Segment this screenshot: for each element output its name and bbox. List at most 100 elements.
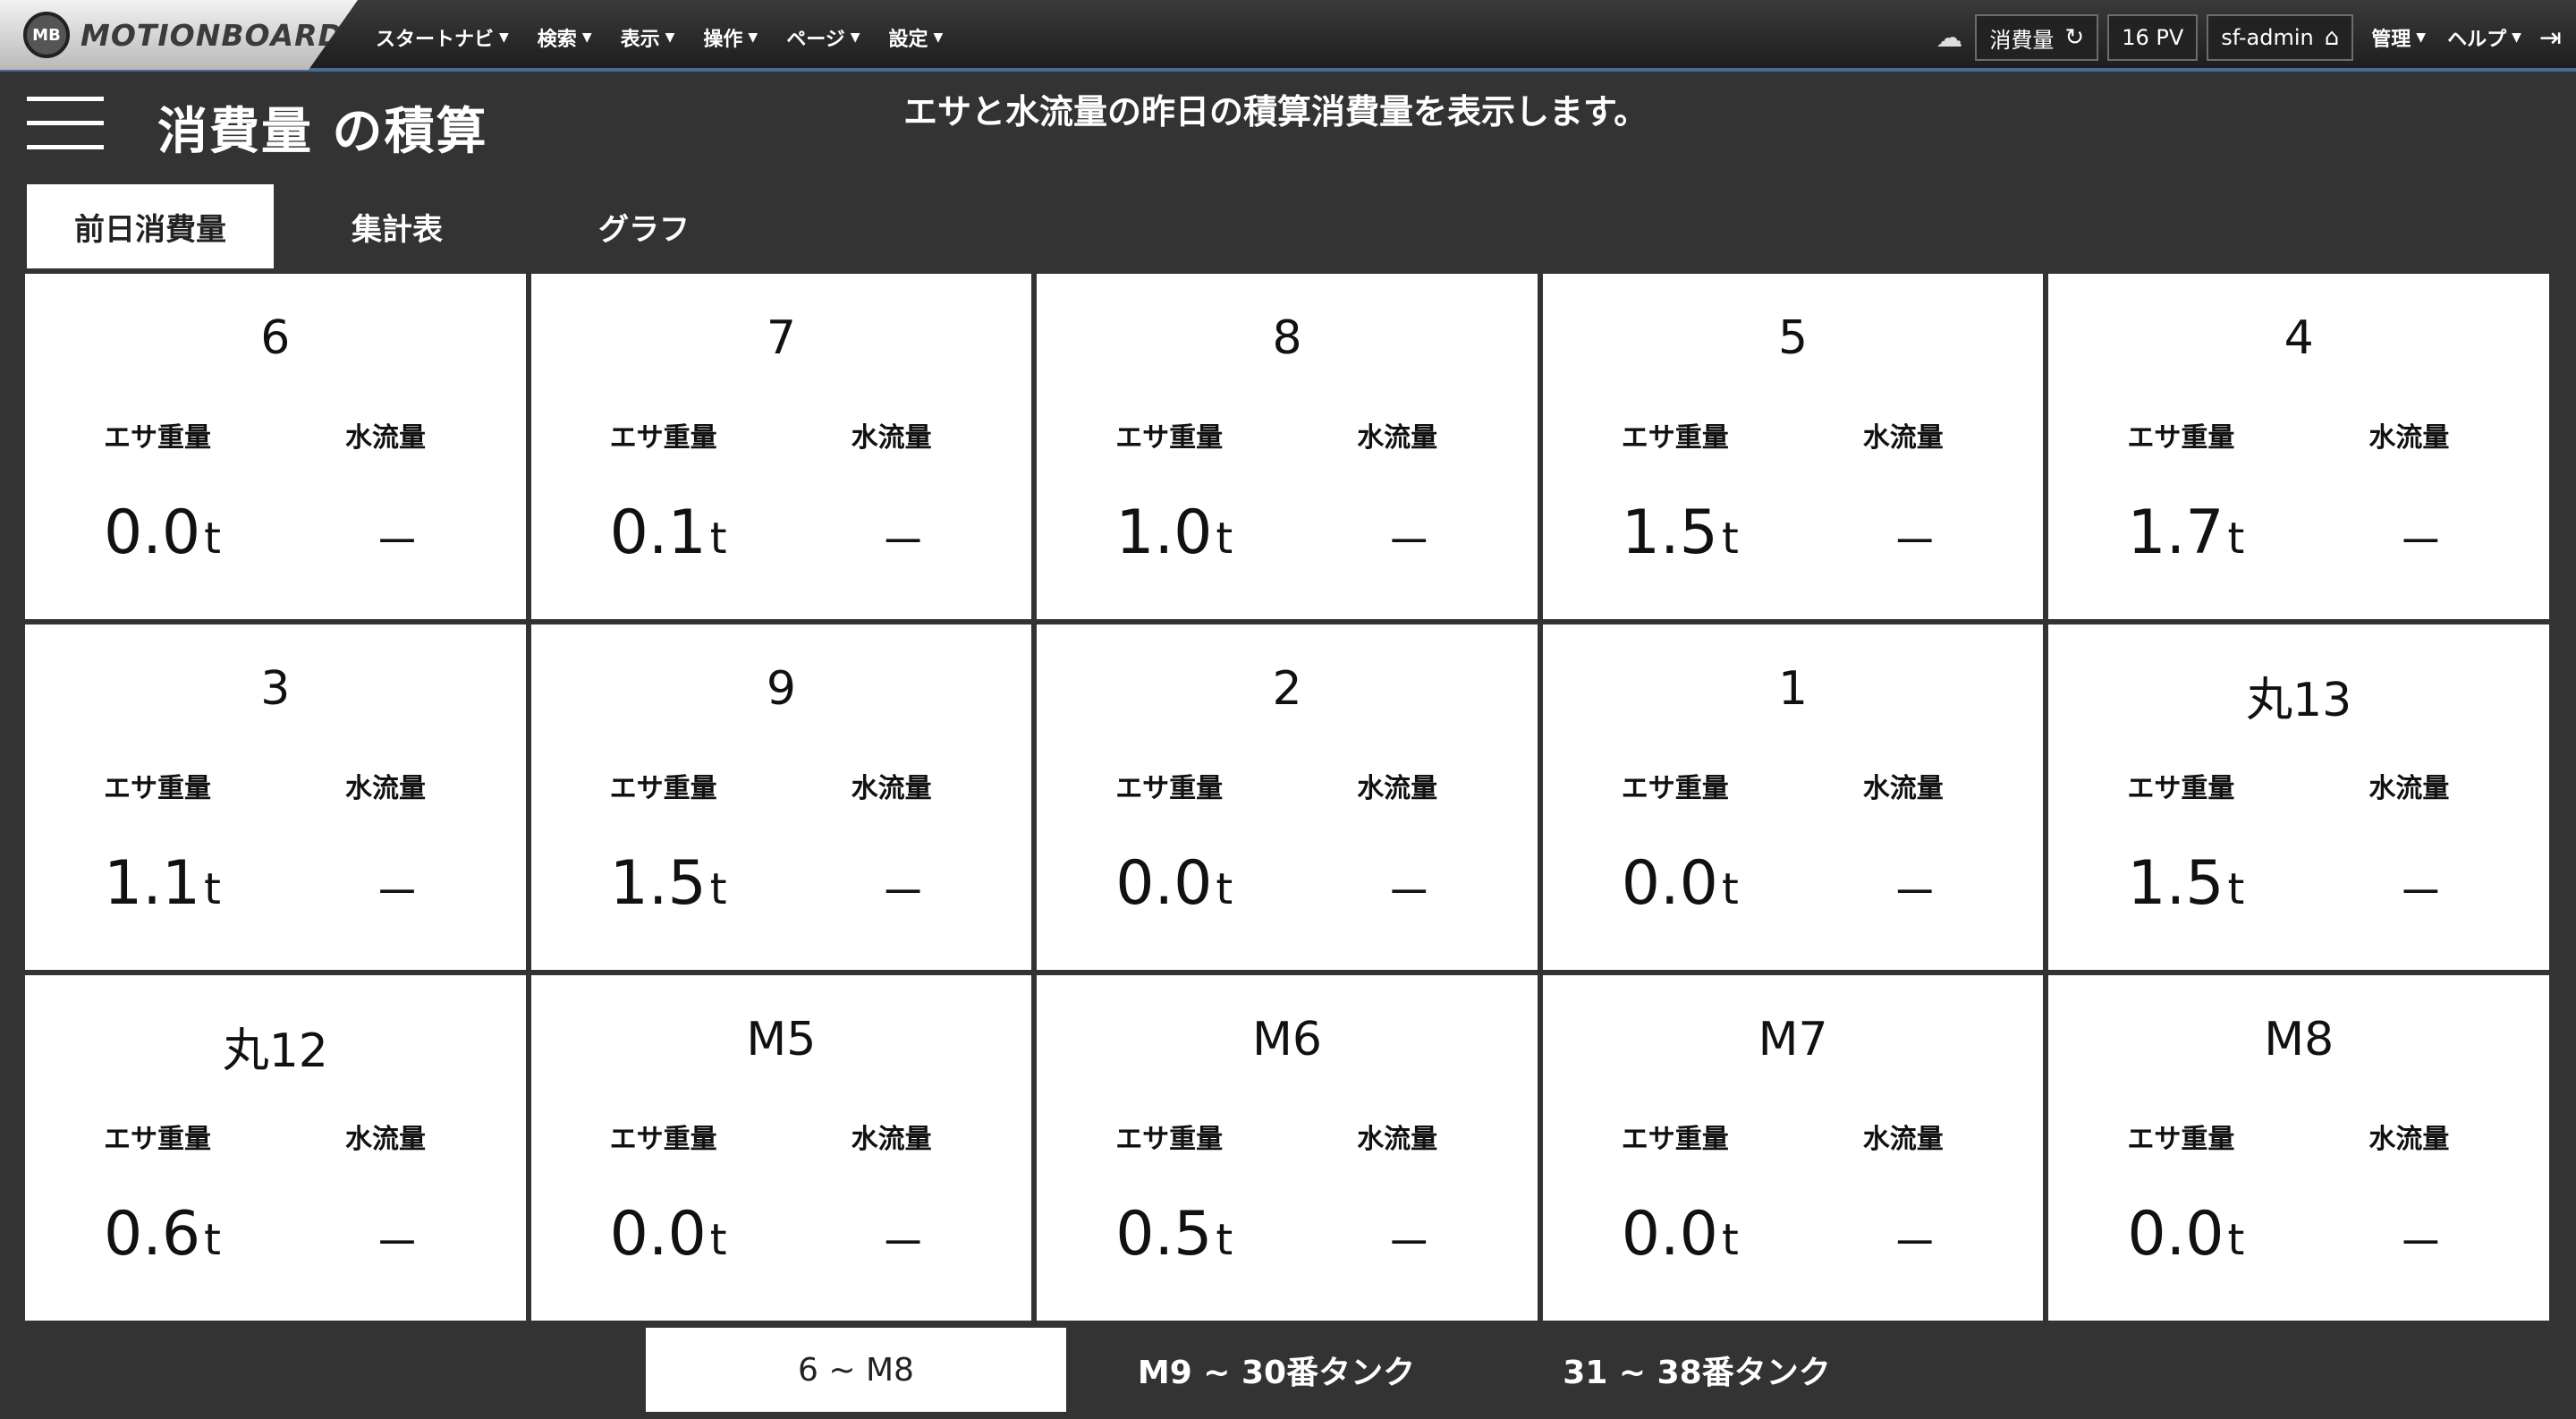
tab-range-m9-30[interactable]: M9 ~ 30番タンク xyxy=(1066,1328,1487,1412)
tank-card: 丸13 エサ重量 水流量 1.5t － xyxy=(2048,625,2549,970)
water-flow-value: － xyxy=(2397,867,2445,921)
menu-search[interactable]: 検索 ▼ xyxy=(538,23,592,52)
tank-grid: 6 エサ重量 水流量 0.0t － 7 エサ重量 水流量 0.1t － 8 エサ… xyxy=(25,274,2549,1321)
chat-icon[interactable]: ☁ xyxy=(1936,22,1962,54)
feed-weight-label: エサ重量 xyxy=(609,1124,717,1155)
water-flow-value: － xyxy=(1385,867,1433,921)
board-name-box[interactable]: 消費量 ↻ xyxy=(1975,14,2099,61)
water-flow-label: 水流量 xyxy=(1357,422,1438,454)
menu-operation[interactable]: 操作 ▼ xyxy=(703,23,758,52)
tank-card: M8 エサ重量 水流量 0.0t － xyxy=(2048,975,2549,1321)
feed-weight-value: 0.0t xyxy=(2127,1199,2245,1270)
tank-name: 4 xyxy=(2284,311,2314,365)
water-flow-label: 水流量 xyxy=(851,422,932,454)
logo-text: MOTIONBOARD xyxy=(80,17,343,53)
water-flow-value: － xyxy=(879,867,927,921)
water-flow-label: 水流量 xyxy=(1862,773,1944,804)
tank-card: 2 エサ重量 水流量 0.0t － xyxy=(1037,625,1538,970)
caret-down-icon: ▼ xyxy=(2416,30,2427,45)
tank-card: 4 エサ重量 水流量 1.7t － xyxy=(2048,274,2549,619)
page-description: エサと水流量の昨日の積算消費量を表示します。 xyxy=(903,92,1648,132)
tab-range-6-m8[interactable]: 6 ~ M8 xyxy=(646,1328,1066,1412)
feed-weight-value: 1.1t xyxy=(104,848,221,919)
home-icon[interactable]: ⌂ xyxy=(2325,24,2340,51)
hamburger-menu-icon[interactable] xyxy=(27,97,104,154)
menu-page[interactable]: ページ ▼ xyxy=(786,23,860,52)
main-menu: スタートナビ ▼ 検索 ▼ 表示 ▼ 操作 ▼ ページ ▼ 設定 ▼ xyxy=(376,0,971,75)
view-tabs: 前日消費量 集計表 グラフ xyxy=(27,184,767,268)
app-logo[interactable]: MB MOTIONBOARD xyxy=(0,0,358,70)
menu-admin[interactable]: 管理 ▼ xyxy=(2371,23,2426,52)
right-toolbar: ☁ 消費量 ↻ 16 PV sf-admin ⌂ 管理 ▼ ヘルプ ▼ ⇥ xyxy=(1936,0,2562,75)
menu-view[interactable]: 表示 ▼ xyxy=(621,23,675,52)
feed-weight-value: 0.0t xyxy=(104,497,221,568)
caret-down-icon: ▼ xyxy=(850,30,860,45)
logo-mark-icon: MB xyxy=(23,12,70,58)
feed-weight-value: 1.5t xyxy=(2127,848,2245,919)
water-flow-label: 水流量 xyxy=(1357,1124,1438,1155)
feed-weight-label: エサ重量 xyxy=(1621,422,1729,454)
water-flow-value: － xyxy=(374,867,421,921)
feed-weight-label: エサ重量 xyxy=(104,1124,211,1155)
feed-weight-label: エサ重量 xyxy=(1621,773,1729,804)
tank-name: M7 xyxy=(1758,1013,1828,1066)
feed-weight-label: エサ重量 xyxy=(2127,422,2235,454)
tank-card: 8 エサ重量 水流量 1.0t － xyxy=(1037,274,1538,619)
water-flow-label: 水流量 xyxy=(345,773,426,804)
tank-card: M6 エサ重量 水流量 0.5t － xyxy=(1037,975,1538,1321)
water-flow-value: － xyxy=(1891,516,1938,570)
tank-name: 3 xyxy=(260,662,291,716)
water-flow-value: － xyxy=(374,1218,421,1271)
tab-previous-day[interactable]: 前日消費量 xyxy=(27,184,274,268)
tank-name: 1 xyxy=(1778,662,1809,716)
tank-card: 1 エサ重量 水流量 0.0t － xyxy=(1542,625,2044,970)
feed-weight-value: 1.5t xyxy=(609,848,727,919)
tank-name: M8 xyxy=(2264,1013,2334,1066)
tab-summary-table[interactable]: 集計表 xyxy=(274,184,521,268)
refresh-icon[interactable]: ↻ xyxy=(2064,24,2084,51)
feed-weight-value: 0.1t xyxy=(609,497,727,568)
menu-settings[interactable]: 設定 ▼ xyxy=(889,23,944,52)
feed-weight-value: 0.6t xyxy=(104,1199,221,1270)
tank-card: M5 エサ重量 水流量 0.0t － xyxy=(530,975,1032,1321)
water-flow-label: 水流量 xyxy=(1862,1124,1944,1155)
tank-name: M5 xyxy=(746,1013,817,1066)
caret-down-icon: ▼ xyxy=(933,30,944,45)
feed-weight-label: エサ重量 xyxy=(609,422,717,454)
feed-weight-label: エサ重量 xyxy=(1115,1124,1224,1155)
feed-weight-label: エサ重量 xyxy=(104,773,211,804)
tank-name: M6 xyxy=(1252,1013,1322,1066)
feed-weight-label: エサ重量 xyxy=(1115,422,1224,454)
feed-weight-label: エサ重量 xyxy=(1115,773,1224,804)
water-flow-label: 水流量 xyxy=(851,1124,932,1155)
feed-weight-label: エサ重量 xyxy=(1621,1124,1729,1155)
tank-name: 7 xyxy=(766,311,796,365)
menu-start-navi[interactable]: スタートナビ ▼ xyxy=(376,23,509,52)
tank-card: 7 エサ重量 水流量 0.1t － xyxy=(530,274,1032,619)
tank-name: 2 xyxy=(1272,662,1302,716)
tank-card: 5 エサ重量 水流量 1.5t － xyxy=(1542,274,2044,619)
water-flow-value: － xyxy=(1891,1218,1938,1271)
logout-icon[interactable]: ⇥ xyxy=(2539,22,2562,54)
caret-down-icon: ▼ xyxy=(581,30,592,45)
user-box[interactable]: sf-admin ⌂ xyxy=(2207,14,2354,61)
menu-help[interactable]: ヘルプ ▼ xyxy=(2447,23,2521,52)
water-flow-label: 水流量 xyxy=(2368,773,2450,804)
feed-weight-value: 0.0t xyxy=(1621,1199,1739,1270)
page-title: 消費量 の積算 xyxy=(157,103,488,161)
tank-name: 丸13 xyxy=(2246,674,2352,727)
tank-name: 9 xyxy=(766,662,796,716)
caret-down-icon: ▼ xyxy=(748,30,758,45)
water-flow-value: － xyxy=(2397,516,2445,570)
feed-weight-value: 0.0t xyxy=(1115,848,1233,919)
water-flow-value: － xyxy=(1891,867,1938,921)
feed-weight-value: 1.0t xyxy=(1115,497,1233,568)
caret-down-icon: ▼ xyxy=(2512,30,2521,45)
tank-card: M7 エサ重量 水流量 0.0t － xyxy=(1542,975,2044,1321)
water-flow-value: － xyxy=(879,516,927,570)
tab-range-31-38[interactable]: 31 ~ 38番タンク xyxy=(1487,1328,1907,1412)
water-flow-value: － xyxy=(879,1218,927,1271)
tab-graph[interactable]: グラフ xyxy=(521,184,767,268)
tank-name: 6 xyxy=(260,311,291,365)
water-flow-value: － xyxy=(1385,516,1433,570)
